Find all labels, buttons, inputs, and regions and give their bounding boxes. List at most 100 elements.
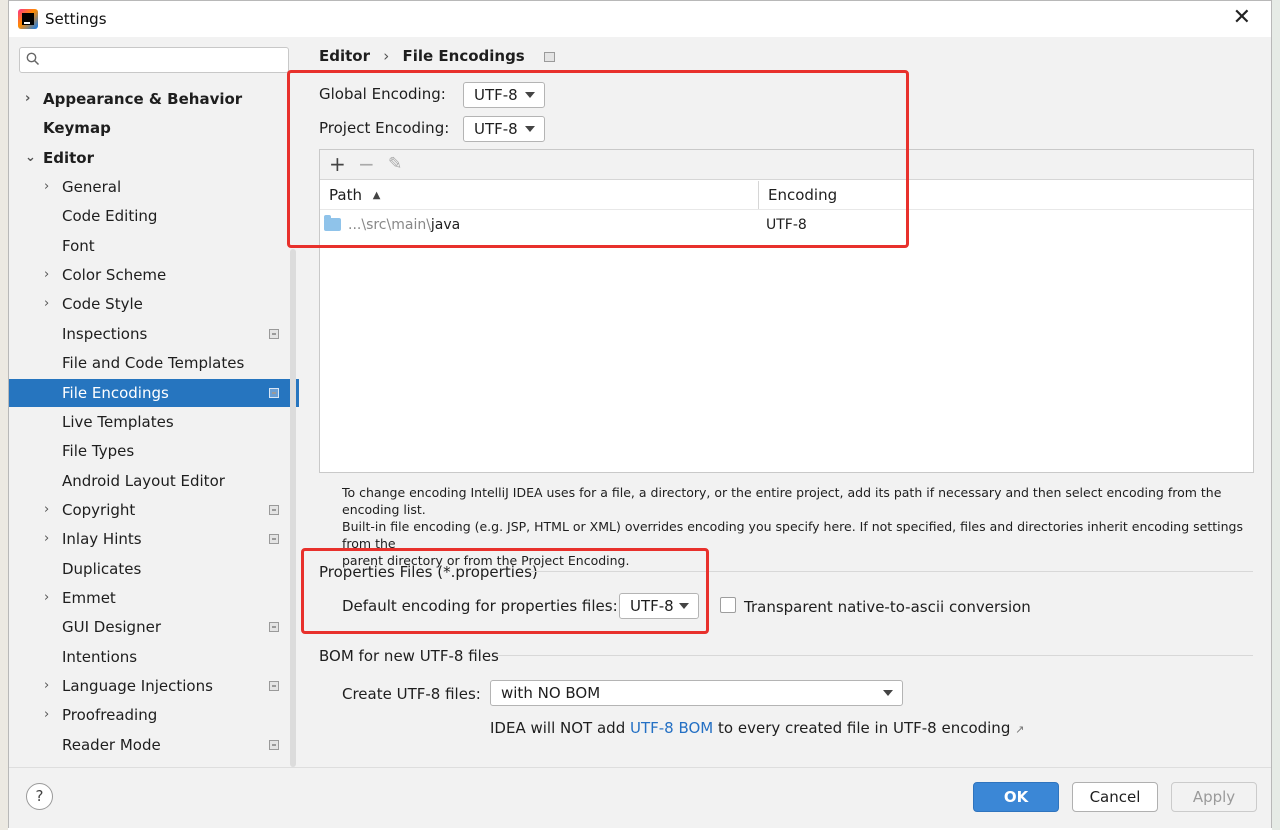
column-path-label: Path	[329, 186, 362, 204]
global-encoding-dropdown[interactable]: UTF-8	[463, 82, 545, 108]
chevron-right-icon[interactable]: ›	[44, 173, 54, 201]
edit-icon[interactable]: ✎	[388, 153, 402, 175]
path-encoding-table: + − ✎ Path ▲ Encoding ...\src\main\java …	[319, 149, 1254, 473]
chevron-right-icon[interactable]: ›	[44, 672, 54, 700]
sidebar-item-label: Live Templates	[62, 412, 174, 431]
sidebar-item-label: Inlay Hints	[62, 530, 142, 549]
sidebar-item-duplicates[interactable]: Duplicates	[9, 555, 299, 583]
sidebar-item-live-templates[interactable]: Live Templates	[9, 408, 299, 436]
breadcrumb-separator-icon: ›	[383, 47, 390, 65]
dialog-button-bar: ? OK Cancel Apply	[9, 767, 1271, 828]
global-encoding-value: UTF-8	[474, 86, 518, 104]
path-cell: ...\src\main\java	[320, 212, 758, 238]
path-prefix: ...\src\main\	[348, 217, 431, 233]
path-tail: java	[430, 217, 461, 233]
close-icon[interactable]: ✕	[1233, 7, 1251, 29]
chevron-right-icon[interactable]: ›	[44, 525, 54, 553]
sidebar-item-inlay-hints[interactable]: › Inlay Hints	[9, 525, 299, 553]
cancel-button[interactable]: Cancel	[1072, 782, 1158, 812]
encoding-cell: UTF-8	[766, 217, 807, 233]
create-utf8-dropdown[interactable]: with NO BOM	[490, 680, 903, 706]
utf8-bom-link[interactable]: UTF-8 BOM	[630, 719, 713, 737]
help-button[interactable]: ?	[26, 783, 53, 810]
ok-button[interactable]: OK	[973, 782, 1059, 812]
project-scope-icon	[269, 387, 279, 398]
create-utf8-value: with NO BOM	[501, 684, 601, 702]
chevron-down-icon	[525, 126, 535, 132]
sidebar-item-label: Intentions	[62, 647, 138, 666]
chevron-right-icon[interactable]: ›	[44, 261, 54, 289]
column-header-encoding[interactable]: Encoding	[768, 181, 837, 209]
sidebar-item-label: Reader Mode	[62, 735, 161, 754]
sidebar-item-reader-mode[interactable]: Reader Mode	[9, 731, 299, 759]
native-to-ascii-checkbox[interactable]	[720, 597, 736, 613]
sidebar-item-appearance-behavior[interactable]: › Appearance & Behavior	[9, 85, 299, 113]
project-encoding-dropdown[interactable]: UTF-8	[463, 116, 545, 142]
sidebar-item-label: General	[62, 178, 122, 197]
project-encoding-label: Project Encoding:	[319, 119, 450, 137]
sidebar-item-label: Code Style	[62, 295, 143, 314]
sidebar-item-label: Android Layout Editor	[62, 471, 225, 490]
breadcrumb-current: File Encodings	[402, 47, 525, 65]
sidebar-item-label: Copyright	[62, 500, 136, 519]
sidebar-item-label: Code Editing	[62, 207, 158, 226]
project-scope-icon	[543, 51, 555, 62]
sidebar-item-keymap[interactable]: Keymap	[9, 114, 299, 142]
sidebar-item-label: Font	[62, 236, 95, 255]
chevron-down-icon	[883, 690, 893, 696]
chevron-right-icon[interactable]: ›	[44, 496, 54, 524]
file-encodings-panel: Editor › File Encodings Global Encoding:…	[299, 37, 1271, 767]
project-scope-icon	[269, 534, 279, 545]
project-scope-icon	[269, 681, 279, 691]
sidebar-item-copyright[interactable]: › Copyright	[9, 496, 299, 524]
settings-dialog: Settings ✕ › Appearance & Behavior Keymap ⌄…	[8, 0, 1272, 828]
apply-button[interactable]: Apply	[1171, 782, 1257, 812]
sidebar-scrollbar[interactable]	[290, 249, 296, 767]
chevron-down-icon	[679, 603, 689, 609]
sidebar-item-gui-designer[interactable]: GUI Designer	[9, 613, 299, 641]
column-divider[interactable]	[758, 181, 759, 209]
native-to-ascii-label[interactable]: Transparent native-to-ascii conversion	[744, 598, 1031, 616]
sidebar-item-color-scheme[interactable]: › Color Scheme	[9, 261, 299, 289]
sidebar-item-label: Keymap	[43, 119, 111, 138]
chevron-right-icon[interactable]: ›	[44, 290, 54, 318]
bom-note-prefix: IDEA will NOT add	[490, 719, 630, 737]
external-link-icon: ↗	[1015, 723, 1025, 736]
sidebar-item-file-and-code-templates[interactable]: File and Code Templates	[9, 349, 299, 377]
project-scope-icon	[269, 504, 279, 515]
sidebar-item-font[interactable]: Font	[9, 232, 299, 260]
chevron-right-icon[interactable]: ›	[25, 85, 35, 113]
remove-icon[interactable]: −	[358, 153, 375, 175]
sidebar-item-file-encodings[interactable]: File Encodings	[9, 378, 299, 407]
section-divider	[531, 571, 1253, 572]
sidebar-item-inspections[interactable]: Inspections	[9, 320, 299, 348]
sidebar-item-general[interactable]: › General	[9, 173, 299, 201]
add-icon[interactable]: +	[329, 153, 346, 175]
sidebar-item-intentions[interactable]: Intentions	[9, 643, 299, 671]
sidebar-item-editor[interactable]: ⌄ Editor	[9, 144, 299, 172]
background-window-edge-left	[0, 0, 8, 830]
sort-ascending-icon: ▲	[372, 190, 381, 201]
column-header-path[interactable]: Path ▲	[329, 181, 380, 209]
sidebar-item-code-editing[interactable]: Code Editing	[9, 202, 299, 230]
window-title: Settings	[45, 10, 107, 28]
sidebar-item-proofreading[interactable]: › Proofreading	[9, 701, 299, 729]
sidebar-item-emmet[interactable]: › Emmet	[9, 584, 299, 612]
properties-encoding-dropdown[interactable]: UTF-8	[619, 593, 699, 619]
chevron-right-icon[interactable]: ›	[44, 584, 54, 612]
sidebar-item-android-layout-editor[interactable]: Android Layout Editor	[9, 467, 299, 495]
breadcrumb-parent[interactable]: Editor	[319, 47, 370, 65]
sidebar-item-file-types[interactable]: File Types	[9, 437, 299, 465]
sidebar-item-label: Color Scheme	[62, 266, 167, 285]
encoding-help-text: To change encoding IntelliJ IDEA uses fo…	[342, 484, 1247, 569]
chevron-right-icon[interactable]: ›	[44, 701, 54, 729]
sidebar-item-language-injections[interactable]: › Language Injections	[9, 672, 299, 700]
sidebar-item-label: Language Injections	[62, 677, 213, 695]
sidebar-item-label: Appearance & Behavior	[43, 90, 243, 108]
settings-sidebar: › Appearance & Behavior Keymap ⌄ Editor › Gene…	[9, 37, 299, 767]
sidebar-item-code-style[interactable]: › Code Style	[9, 290, 299, 318]
settings-search-input[interactable]	[19, 47, 289, 73]
chevron-down-icon[interactable]: ⌄	[25, 144, 36, 172]
sidebar-item-label: Duplicates	[62, 559, 142, 578]
global-encoding-label: Global Encoding:	[319, 85, 446, 103]
